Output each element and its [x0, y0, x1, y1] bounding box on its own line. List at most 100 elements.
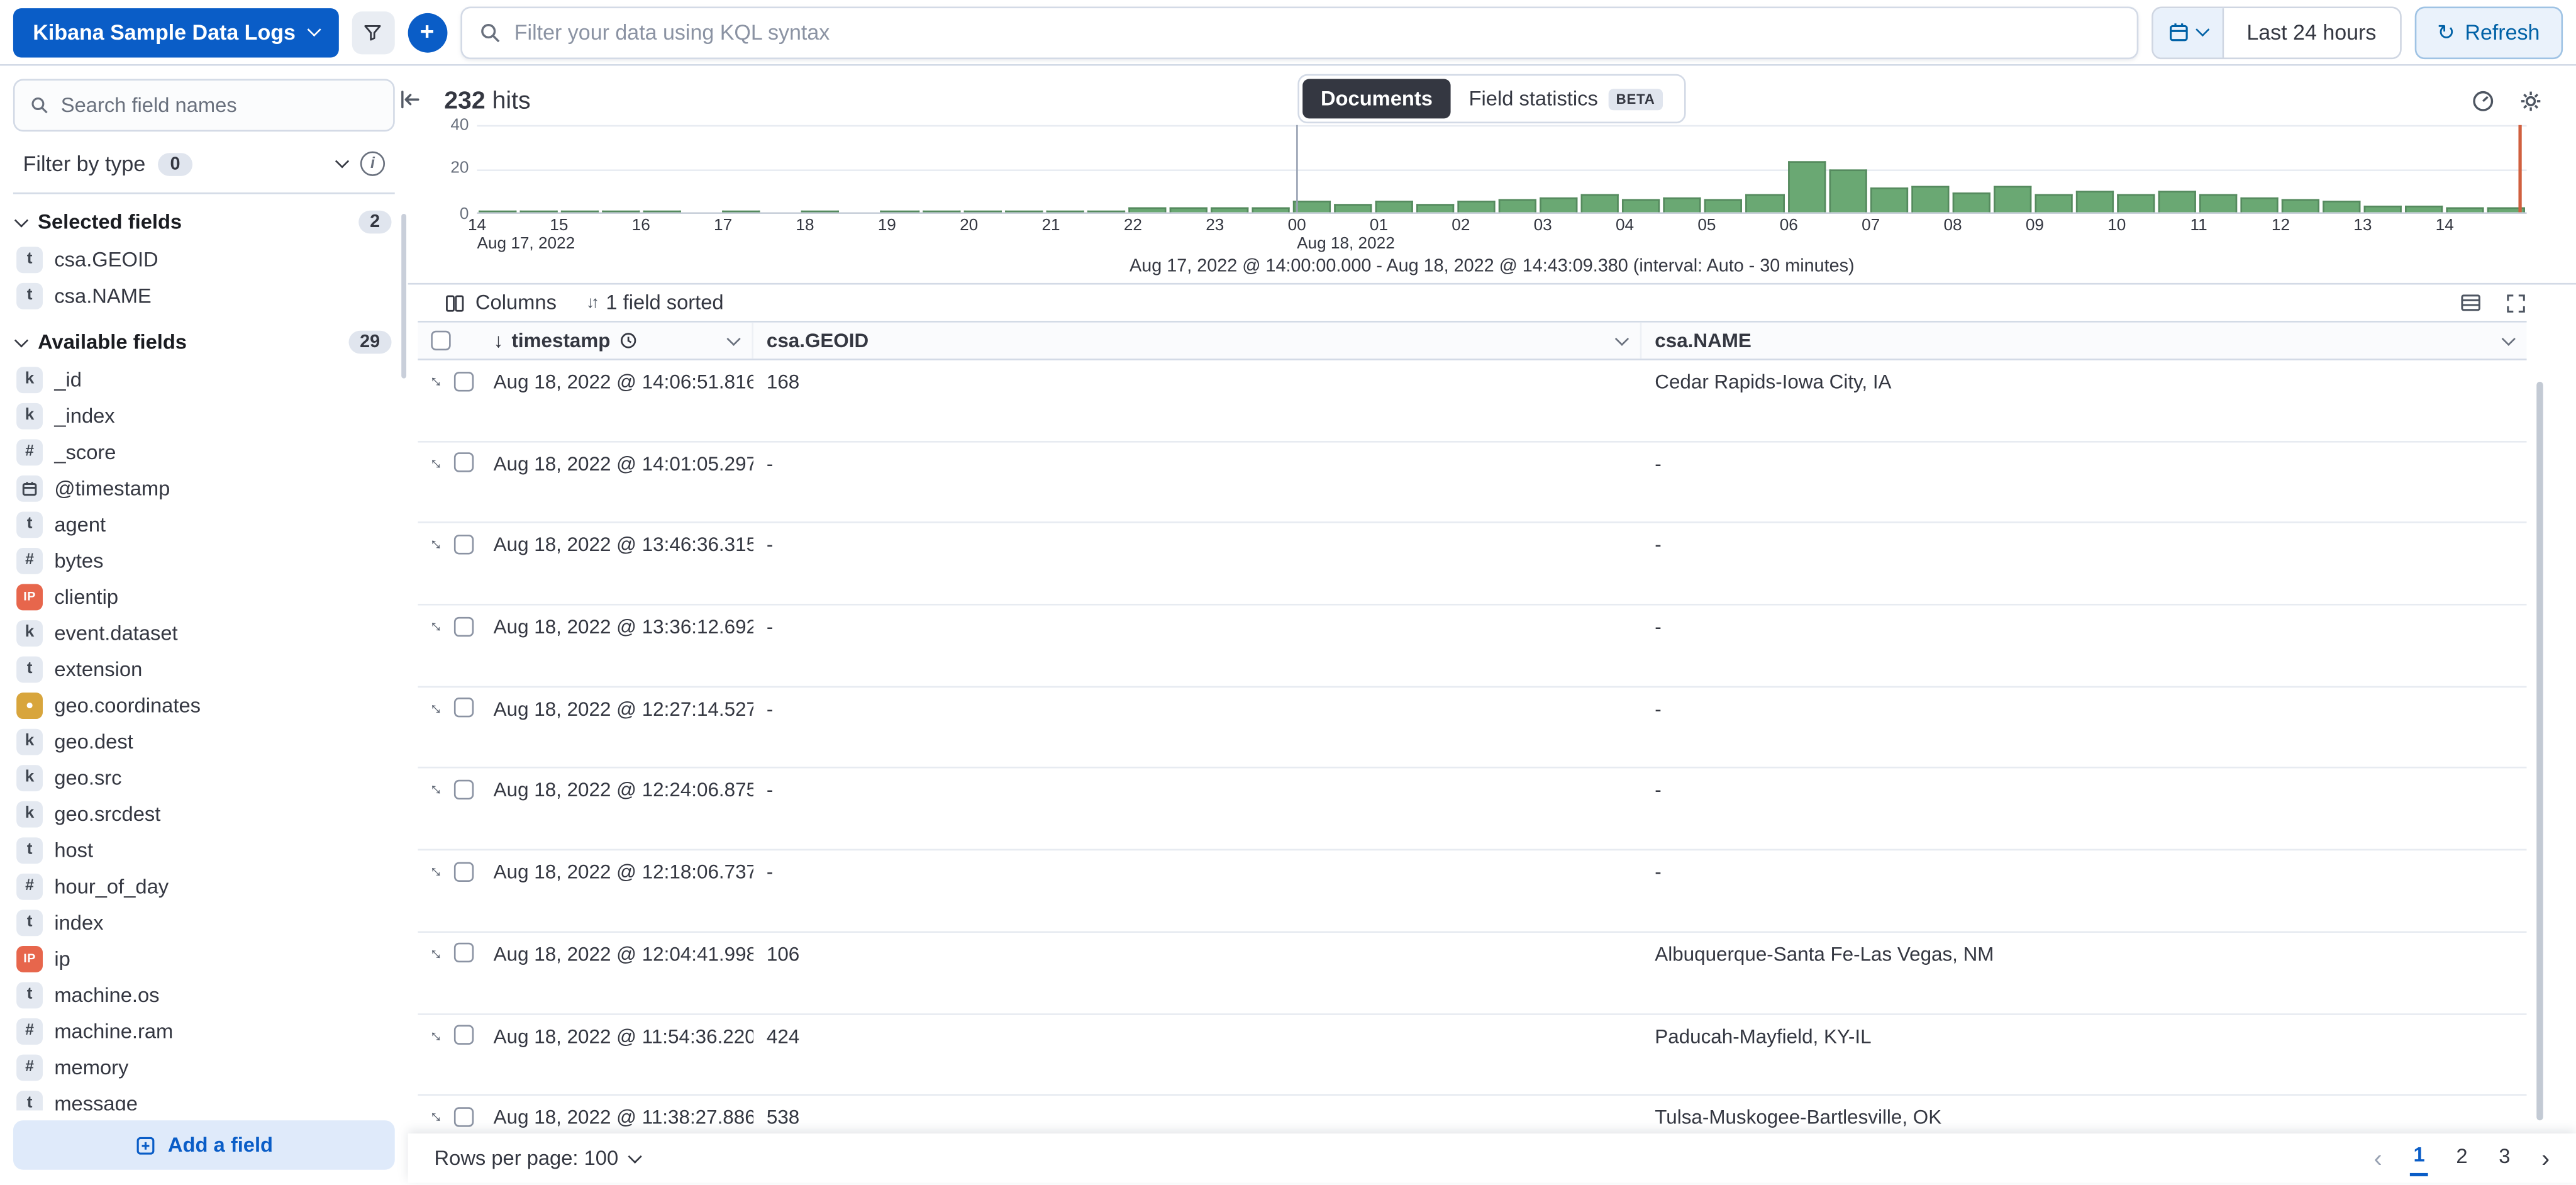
selected-fields-header[interactable]: Selected fields 2	[13, 194, 395, 242]
field-list-item[interactable]: IPip	[13, 941, 395, 977]
select-row-checkbox[interactable]	[454, 453, 474, 472]
select-row-checkbox[interactable]	[454, 616, 474, 636]
csa-name-cell[interactable]: -	[1641, 769, 2526, 849]
field-list-item[interactable]: tagent	[13, 507, 395, 543]
select-row-checkbox[interactable]	[454, 371, 474, 391]
csa-geoid-cell[interactable]: 424	[753, 1015, 1641, 1094]
column-actions-chevron-icon[interactable]	[726, 331, 740, 345]
next-page-button[interactable]: ›	[2538, 1146, 2553, 1171]
available-fields-header[interactable]: Available fields 29	[13, 314, 395, 362]
histogram-bar[interactable]	[1828, 170, 1866, 212]
field-list-item[interactable]: tcsa.NAME	[13, 278, 395, 314]
histogram-bar[interactable]	[2282, 199, 2319, 212]
csa-name-cell[interactable]: -	[1641, 851, 2526, 931]
histogram-bar[interactable]	[1004, 210, 1042, 213]
timestamp-cell[interactable]: Aug 18, 2022 @ 14:06:51.816	[480, 360, 753, 440]
tab-documents[interactable]: Documents	[1302, 79, 1451, 119]
sidebar-scrollbar[interactable]	[401, 214, 406, 379]
histogram-bar[interactable]	[2406, 206, 2443, 213]
csa-name-cell[interactable]: Albuquerque-Santa Fe-Las Vegas, NM	[1641, 933, 2526, 1013]
field-list-item[interactable]: #memory	[13, 1050, 395, 1086]
tab-field-statistics[interactable]: Field statistics BETA	[1451, 79, 1682, 119]
histogram-bar[interactable]	[1952, 192, 1990, 213]
histogram-bar[interactable]	[1211, 208, 1248, 212]
field-list-item[interactable]: tcsa.GEOID	[13, 242, 395, 278]
select-row-checkbox[interactable]	[454, 862, 474, 881]
page-button-3[interactable]: 3	[2496, 1142, 2514, 1174]
csa-name-cell[interactable]: -	[1641, 606, 2526, 686]
expand-document-icon[interactable]: ↔	[424, 450, 450, 476]
select-row-checkbox[interactable]	[454, 535, 474, 554]
histogram-bar[interactable]	[1252, 208, 1289, 212]
field-list-item[interactable]: tindex	[13, 905, 395, 942]
time-range-button[interactable]: Last 24 hours	[2224, 8, 2399, 57]
histogram-bar[interactable]	[1169, 208, 1207, 212]
field-list-item[interactable]: #_score	[13, 435, 395, 471]
csa-name-cell[interactable]: Cedar Rapids-Iowa City, IA	[1641, 360, 2526, 440]
column-header-csa-geoid[interactable]: csa.GEOID	[753, 323, 1641, 359]
field-list-item[interactable]: k_id	[13, 362, 395, 398]
histogram-bar[interactable]	[2240, 197, 2278, 213]
csa-name-cell[interactable]: Paducah-Mayfield, KY-IL	[1641, 1015, 2526, 1094]
field-list-item[interactable]: k_index	[13, 398, 395, 435]
csa-name-cell[interactable]: -	[1641, 687, 2526, 767]
date-picker-calendar-button[interactable]	[2153, 8, 2223, 57]
histogram-bar[interactable]	[1581, 194, 1619, 212]
add-field-button[interactable]: Add a field	[13, 1120, 395, 1169]
field-list-item[interactable]: @timestamp	[13, 470, 395, 507]
timestamp-cell[interactable]: Aug 18, 2022 @ 12:24:06.875	[480, 769, 753, 849]
select-row-checkbox[interactable]	[454, 1106, 474, 1126]
histogram-bar[interactable]	[1787, 161, 1825, 212]
histogram-bar[interactable]	[1416, 203, 1454, 212]
histogram-bar[interactable]	[1870, 188, 1907, 213]
histogram-bar[interactable]	[1993, 186, 2031, 212]
csa-geoid-cell[interactable]: -	[753, 606, 1641, 686]
column-header-timestamp[interactable]: ↓ timestamp	[480, 323, 753, 359]
csa-geoid-cell[interactable]: 538	[753, 1096, 1641, 1133]
csa-name-cell[interactable]: -	[1641, 524, 2526, 604]
timestamp-cell[interactable]: Aug 18, 2022 @ 13:36:12.692	[480, 606, 753, 686]
histogram-bar[interactable]	[1046, 210, 1084, 213]
chart-options-button[interactable]	[2518, 88, 2543, 113]
inspect-button[interactable]	[2471, 88, 2496, 113]
histogram-bar[interactable]	[1705, 199, 1743, 212]
table-scrollbar[interactable]	[2536, 382, 2543, 1120]
histogram-bar[interactable]	[723, 210, 760, 213]
csa-name-cell[interactable]: -	[1641, 442, 2526, 522]
page-button-1[interactable]: 1	[2410, 1140, 2428, 1176]
histogram-bar[interactable]	[2035, 194, 2072, 212]
field-list-item[interactable]: kgeo.dest	[13, 724, 395, 760]
add-filter-button[interactable]: +	[408, 13, 447, 52]
timestamp-cell[interactable]: Aug 18, 2022 @ 12:04:41.998	[480, 933, 753, 1013]
histogram-bar[interactable]	[1540, 197, 1578, 213]
field-filters-info-button[interactable]: i	[360, 152, 385, 176]
histogram-bar[interactable]	[1499, 199, 1536, 212]
filter-by-type-row[interactable]: Filter by type 0 i	[13, 131, 395, 194]
saved-query-menu-button[interactable]	[352, 11, 394, 53]
histogram-bar[interactable]	[2158, 190, 2196, 212]
field-list-item[interactable]: #hour_of_day	[13, 869, 395, 905]
histogram-bar[interactable]	[1334, 203, 1372, 212]
page-button-2[interactable]: 2	[2453, 1142, 2471, 1174]
field-list-item[interactable]: kevent.dataset	[13, 615, 395, 652]
timestamp-cell[interactable]: Aug 18, 2022 @ 11:54:36.220	[480, 1015, 753, 1094]
field-list-item[interactable]: #machine.ram	[13, 1013, 395, 1050]
field-list-item[interactable]: #bytes	[13, 543, 395, 579]
histogram-bar[interactable]	[643, 210, 681, 213]
select-all-checkbox[interactable]	[431, 331, 450, 350]
histogram-bar[interactable]	[1458, 201, 1496, 213]
csa-geoid-cell[interactable]: -	[753, 769, 1641, 849]
histogram-bar[interactable]	[2117, 194, 2155, 212]
histogram-bar[interactable]	[802, 210, 840, 213]
csa-geoid-cell[interactable]: 168	[753, 360, 1641, 440]
expand-document-icon[interactable]: ↔	[424, 859, 450, 884]
select-row-checkbox[interactable]	[454, 698, 474, 718]
timestamp-cell[interactable]: Aug 18, 2022 @ 14:01:05.297	[480, 442, 753, 522]
column-actions-chevron-icon[interactable]	[2502, 331, 2516, 345]
timestamp-cell[interactable]: Aug 18, 2022 @ 12:18:06.737	[480, 851, 753, 931]
field-list-item[interactable]: thost	[13, 832, 395, 869]
csa-geoid-cell[interactable]: -	[753, 524, 1641, 604]
histogram-bar[interactable]	[2446, 208, 2484, 212]
select-row-checkbox[interactable]	[454, 780, 474, 799]
field-search-input[interactable]	[61, 94, 379, 117]
